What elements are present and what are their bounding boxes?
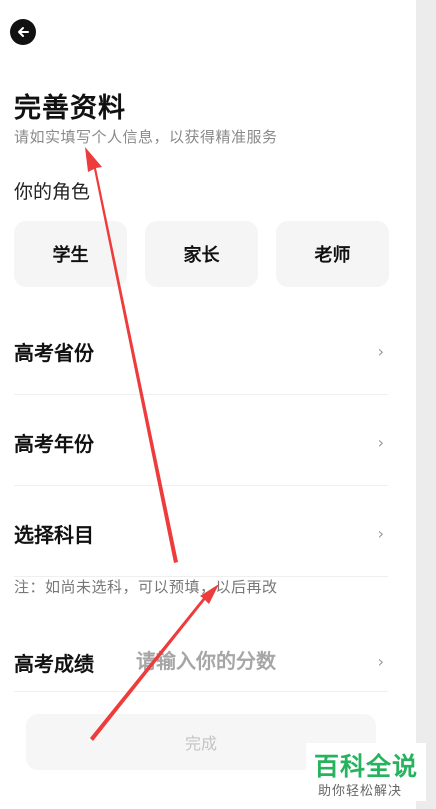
watermark: 百科全说 助你轻松解决 xyxy=(306,743,426,801)
watermark-tagline: 助你轻松解决 xyxy=(318,784,403,799)
arrow-left-icon xyxy=(18,27,29,37)
chevron-right-icon: › xyxy=(377,652,384,671)
role-option-teacher[interactable]: 老师 xyxy=(276,221,389,287)
select-subjects-row[interactable]: 选择科目 › xyxy=(14,486,388,577)
chevron-right-icon: › xyxy=(377,433,384,452)
chevron-right-icon: › xyxy=(377,342,384,361)
subjects-note: 注：如尚未选科，可以预填，以后再改 xyxy=(14,578,278,596)
watermark-logo: 百科全说 xyxy=(314,752,419,781)
role-label: 你的角色 xyxy=(14,181,91,203)
chevron-right-icon: › xyxy=(377,524,384,543)
exam-score-row[interactable]: 高考成绩 › xyxy=(14,616,388,692)
role-option-student[interactable]: 学生 xyxy=(14,221,127,287)
exam-year-row[interactable]: 高考年份 › xyxy=(14,395,388,486)
page-title: 完善资料 xyxy=(14,93,126,124)
role-option-parent[interactable]: 家长 xyxy=(145,221,258,287)
page-subtitle: 请如实填写个人信息，以获得精准服务 xyxy=(14,128,278,146)
back-button[interactable] xyxy=(10,19,36,45)
exam-year-label: 高考年份 xyxy=(14,432,94,456)
exam-score-label: 高考成绩 xyxy=(14,652,94,676)
select-subjects-label: 选择科目 xyxy=(14,523,94,547)
right-edge-strip xyxy=(416,0,436,809)
exam-province-label: 高考省份 xyxy=(14,341,94,365)
exam-score-input[interactable] xyxy=(136,644,356,678)
exam-province-row[interactable]: 高考省份 › xyxy=(14,304,388,395)
